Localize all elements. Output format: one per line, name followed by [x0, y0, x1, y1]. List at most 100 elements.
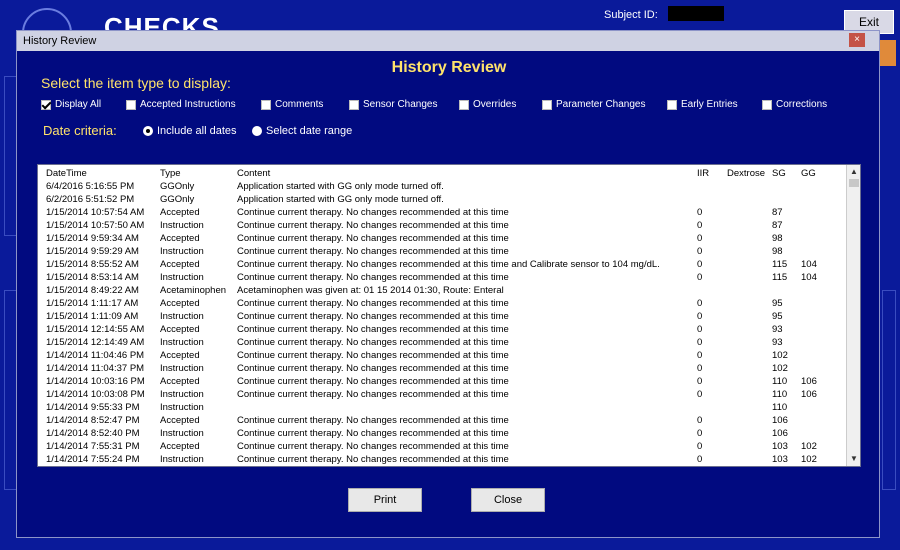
scroll-thumb[interactable]	[849, 179, 859, 187]
checkbox-icon[interactable]	[126, 99, 136, 110]
table-row[interactable]: 1/14/2014 9:55:33 PM Instruction 110	[38, 401, 848, 414]
cell-content: Continue current therapy. No changes rec…	[237, 233, 509, 244]
radio-icon[interactable]	[252, 126, 262, 136]
column-header-gg[interactable]: GG	[801, 167, 827, 180]
table-row[interactable]: 1/14/2014 7:55:31 PM Accepted Continue cur…	[38, 440, 848, 453]
checkbox-icon[interactable]	[459, 99, 469, 110]
cell-iir: 0	[697, 415, 703, 426]
table-row[interactable]: 6/4/2016 5:16:55 PM GGOnly Application sta…	[38, 180, 848, 193]
side-panel-right	[882, 290, 896, 490]
cell-content: Continue current therapy. No changes rec…	[237, 272, 509, 283]
filter-overrides[interactable]: Overrides	[459, 99, 516, 110]
filter-corrections[interactable]: Corrections	[762, 99, 827, 110]
radio-select-date-range[interactable]: Select date range	[252, 125, 352, 137]
filter-label: Early Entries	[681, 99, 738, 110]
cell-gg: 104	[801, 272, 817, 283]
column-header-dextrose[interactable]: Dextrose	[727, 167, 769, 180]
column-header-datetime[interactable]: DateTime	[46, 167, 158, 180]
cell-sg: 110	[772, 376, 788, 387]
cell-iir: 0	[697, 389, 703, 400]
cell-sg: 106	[772, 415, 788, 426]
cell-content: Continue current therapy. No changes rec…	[237, 311, 509, 322]
table-row[interactable]: 1/14/2014 11:04:37 PM Instruction Continue…	[38, 362, 848, 375]
cell-iir: 0	[697, 350, 703, 361]
checkbox-icon[interactable]	[762, 99, 772, 110]
filter-comments[interactable]: Comments	[261, 99, 323, 110]
filter-label: Sensor Changes	[363, 99, 438, 110]
cell-iir: 0	[697, 233, 703, 244]
subject-id-label: Subject ID:	[604, 9, 658, 21]
history-table[interactable]: DateTime Type Content IIR Dextrose SG GG…	[37, 164, 861, 467]
cell-gg: 104	[801, 259, 817, 270]
cell-sg: 110	[772, 402, 788, 413]
scroll-up-icon[interactable]: ▲	[848, 166, 860, 178]
cell-datetime: 1/15/2014 9:59:34 AM	[46, 233, 139, 244]
cell-datetime: 1/14/2014 7:55:31 PM	[46, 441, 140, 452]
table-row[interactable]: 1/14/2014 10:03:16 PM Accepted Continue cu…	[38, 375, 848, 388]
column-header-type[interactable]: Type	[160, 167, 234, 180]
checkbox-icon[interactable]	[349, 99, 359, 110]
table-row[interactable]: 1/15/2014 10:57:50 AM Instruction Continue…	[38, 219, 848, 232]
filter-early-entries[interactable]: Early Entries	[667, 99, 738, 110]
table-row[interactable]: 1/15/2014 9:59:34 AM Accepted Continue cur…	[38, 232, 848, 245]
table-row[interactable]: 1/15/2014 9:59:29 AM Instruction Continue …	[38, 245, 848, 258]
cell-datetime: 1/15/2014 10:57:54 AM	[46, 207, 145, 218]
item-type-filters: Display All Accepted Instructions Commen…	[17, 99, 881, 113]
cell-type: Instruction	[160, 311, 204, 322]
dialog-titlebar[interactable]: History Review ×	[17, 31, 879, 51]
checkbox-icon[interactable]	[542, 99, 552, 110]
table-row[interactable]: 1/14/2014 7:55:24 PM Instruction Continue …	[38, 453, 848, 466]
cell-iir: 0	[697, 259, 703, 270]
table-row[interactable]: 6/2/2016 5:51:52 PM GGOnly Application sta…	[38, 193, 848, 206]
checkbox-icon[interactable]	[667, 99, 677, 110]
table-row[interactable]: 1/14/2014 8:52:40 PM Instruction Continue …	[38, 427, 848, 440]
filter-parameter-changes[interactable]: Parameter Changes	[542, 99, 646, 110]
cell-gg: 102	[801, 441, 817, 452]
date-criteria-label: Date criteria:	[43, 123, 117, 138]
checkbox-icon[interactable]	[41, 99, 51, 110]
table-scrollbar[interactable]: ▲ ▼	[846, 165, 860, 466]
cell-datetime: 1/15/2014 12:14:55 AM	[46, 324, 145, 335]
radio-icon[interactable]	[143, 126, 153, 136]
table-row[interactable]: 1/15/2014 1:11:17 AM Accepted Continue cur…	[38, 297, 848, 310]
table-row[interactable]: 1/15/2014 8:55:52 AM Accepted Continue cur…	[38, 258, 848, 271]
radio-include-all-dates[interactable]: Include all dates	[143, 125, 237, 137]
cell-type: Instruction	[160, 389, 204, 400]
cell-sg: 98	[772, 246, 783, 257]
cell-sg: 87	[772, 207, 783, 218]
cell-sg: 103	[772, 441, 788, 452]
table-row[interactable]: 1/15/2014 10:57:54 AM Accepted Continue cu…	[38, 206, 848, 219]
table-row[interactable]: 1/14/2014 11:04:46 PM Accepted Continue cu…	[38, 349, 848, 362]
cell-datetime: 1/14/2014 11:04:37 PM	[46, 363, 145, 374]
cell-content: Continue current therapy. No changes rec…	[237, 428, 509, 439]
close-icon[interactable]: ×	[849, 33, 865, 47]
table-row[interactable]: 1/15/2014 1:11:09 AM Instruction Continue …	[38, 310, 848, 323]
table-row[interactable]: 1/14/2014 10:03:08 PM Instruction Continue…	[38, 388, 848, 401]
cell-datetime: 1/15/2014 8:55:52 AM	[46, 259, 139, 270]
cell-sg: 98	[772, 233, 783, 244]
table-row[interactable]: 1/15/2014 12:14:49 AM Instruction Continue…	[38, 336, 848, 349]
cell-sg: 102	[772, 350, 788, 361]
table-row[interactable]: 1/14/2014 8:52:47 PM Accepted Continue cur…	[38, 414, 848, 427]
cell-iir: 0	[697, 272, 703, 283]
cell-gg: 106	[801, 376, 817, 387]
cell-sg: 115	[772, 259, 788, 270]
checkbox-icon[interactable]	[261, 99, 271, 110]
cell-datetime: 1/15/2014 8:53:14 AM	[46, 272, 139, 283]
cell-datetime: 1/14/2014 10:03:08 PM	[46, 389, 145, 400]
cell-sg: 93	[772, 337, 783, 348]
column-header-sg[interactable]: SG	[772, 167, 798, 180]
column-header-iir[interactable]: IIR	[697, 167, 721, 180]
cell-gg: 102	[801, 454, 817, 465]
table-row[interactable]: 1/15/2014 8:53:14 AM Instruction Continue …	[38, 271, 848, 284]
filter-display-all[interactable]: Display All	[41, 99, 101, 110]
print-button[interactable]: Print	[348, 488, 422, 512]
scroll-down-icon[interactable]: ▼	[848, 453, 860, 465]
filter-sensor-changes[interactable]: Sensor Changes	[349, 99, 438, 110]
column-header-content[interactable]: Content	[237, 167, 697, 180]
table-row[interactable]: 1/15/2014 12:14:55 AM Accepted Continue cu…	[38, 323, 848, 336]
table-row[interactable]: 1/15/2014 8:49:22 AM Acetaminophen Acetami…	[38, 284, 848, 297]
close-button[interactable]: Close	[471, 488, 545, 512]
filter-accepted-instructions[interactable]: Accepted Instructions	[126, 99, 236, 110]
cell-iir: 0	[697, 454, 703, 465]
